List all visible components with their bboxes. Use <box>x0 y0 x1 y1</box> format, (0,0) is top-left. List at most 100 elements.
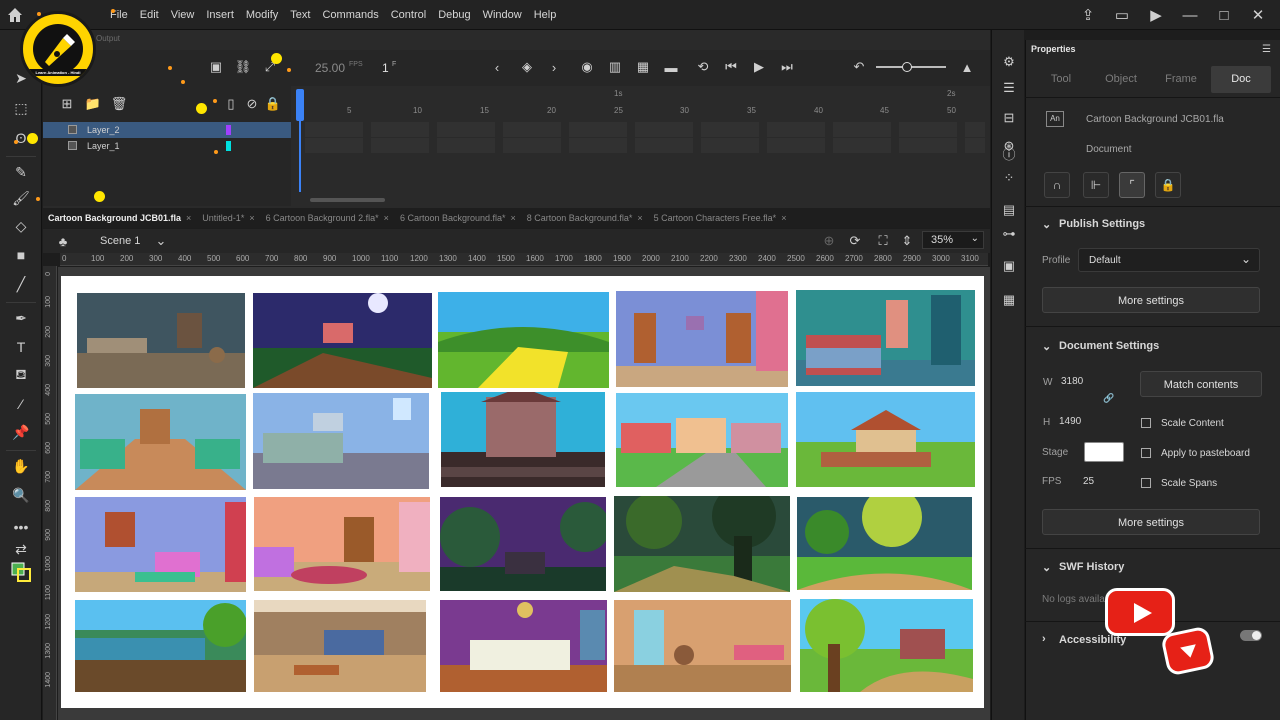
scale-spans-checkbox[interactable] <box>1141 478 1151 488</box>
menu-edit[interactable]: Edit <box>134 9 165 21</box>
rectangle-tool-icon[interactable]: ■ <box>8 243 34 267</box>
doc-tab-6-cartoon-background-2[interactable]: 6 Cartoon Background 2.fla* <box>261 213 384 223</box>
profile-select[interactable]: Default ⌄ <box>1078 248 1260 272</box>
background-thumbnail-20[interactable] <box>800 599 973 692</box>
text-tool-icon[interactable]: T <box>8 335 34 359</box>
background-thumbnail-7[interactable] <box>253 393 429 489</box>
close-tab-icon[interactable]: × <box>384 213 389 223</box>
background-thumbnail-19[interactable] <box>614 600 791 692</box>
apply-to-pasteboard-checkbox[interactable] <box>1141 448 1151 458</box>
menu-commands[interactable]: Commands <box>316 9 384 21</box>
mountain-zoom-icon[interactable]: ▲ <box>958 58 976 76</box>
zoom-select[interactable]: 35% ⌄ <box>922 231 984 249</box>
step-forward-icon[interactable]: ⏭ <box>778 58 796 76</box>
panel-menu-icon[interactable]: ☰ <box>1262 44 1271 55</box>
delete-layer-icon[interactable]: 🗑 <box>110 95 128 113</box>
background-thumbnail-6[interactable] <box>75 394 246 490</box>
components-icon[interactable]: ▤ <box>999 200 1019 220</box>
menu-file[interactable]: File <box>104 9 134 21</box>
close-tab-icon[interactable]: × <box>249 213 254 223</box>
slider-thumb[interactable] <box>902 62 912 72</box>
clip-content-icon[interactable]: ⛶ <box>874 232 892 250</box>
playhead[interactable] <box>296 89 304 192</box>
properties-title[interactable]: Properties <box>1031 44 1076 54</box>
frame-picker-icon[interactable]: ▣ <box>999 256 1019 276</box>
background-thumbnail-11[interactable] <box>75 497 246 592</box>
close-tab-icon[interactable]: × <box>511 213 516 223</box>
background-thumbnail-2[interactable] <box>253 293 432 388</box>
background-thumbnail-4[interactable] <box>616 291 788 387</box>
pen-tool-icon[interactable]: ✒ <box>8 306 34 330</box>
rotate-stage-icon[interactable]: ⟳ <box>846 232 864 250</box>
collapse-chevron-icon[interactable]: ⌄ <box>1042 340 1051 353</box>
layer-color-swatch[interactable] <box>226 125 231 135</box>
menu-debug[interactable]: Debug <box>432 9 476 21</box>
layer-row-layer-1[interactable]: Layer_1 <box>43 138 291 154</box>
layer-color-swatch[interactable] <box>226 141 231 151</box>
paint-bucket-tool-icon[interactable]: ⛾ <box>8 363 34 387</box>
onion-skin-icon[interactable]: ◉ <box>578 58 596 76</box>
minimize-icon[interactable]: — <box>1180 5 1200 25</box>
menu-modify[interactable]: Modify <box>240 9 284 21</box>
background-thumbnail-9[interactable] <box>616 393 788 487</box>
frame-row-layer-2[interactable] <box>305 122 985 137</box>
center-stage-icon[interactable]: ⊕ <box>820 232 838 250</box>
output-tab[interactable]: Output <box>96 34 120 43</box>
tab-doc[interactable]: Doc <box>1211 66 1271 93</box>
doc-tab-6-cartoon-background[interactable]: 6 Cartoon Background.fla* <box>395 213 511 223</box>
edit-multiple-frames-icon[interactable]: ▦ <box>634 58 652 76</box>
background-thumbnail-12[interactable] <box>254 497 430 591</box>
library-icon[interactable]: ⚙ <box>999 52 1019 72</box>
layer-row-layer-2[interactable]: Layer_2 <box>43 122 291 138</box>
fps-value[interactable]: 25.00 <box>315 61 345 75</box>
new-folder-icon[interactable]: 📁 <box>84 95 102 113</box>
layer-parenting-icon[interactable]: ⛓ <box>234 58 252 76</box>
menu-window[interactable]: Window <box>477 9 528 21</box>
scale-content-checkbox[interactable] <box>1141 418 1151 428</box>
menu-text[interactable]: Text <box>284 9 316 21</box>
workspace-icon[interactable]: ▭ <box>1112 5 1132 25</box>
background-thumbnail-3[interactable] <box>438 292 609 388</box>
lock-layers-icon[interactable]: 🔒 <box>264 95 282 113</box>
zoom-stepper-icon[interactable]: ⇕ <box>898 232 916 250</box>
next-keyframe-icon[interactable]: › <box>545 58 563 76</box>
background-thumbnail-15[interactable] <box>797 497 972 590</box>
undo-timeline-icon[interactable]: ↶ <box>850 58 868 76</box>
doc-tab-untitled-1[interactable]: Untitled-1* <box>197 213 249 223</box>
background-thumbnail-10[interactable] <box>796 392 975 487</box>
swf-history-header[interactable]: SWF History <box>1059 561 1124 573</box>
menu-help[interactable]: Help <box>528 9 563 21</box>
tab-object[interactable]: Object <box>1091 66 1151 93</box>
home-icon[interactable] <box>6 6 24 24</box>
background-thumbnail-13[interactable] <box>440 497 606 591</box>
match-contents-button[interactable]: Match contents <box>1140 371 1262 397</box>
frame-row-layer-1[interactable] <box>305 138 985 153</box>
scene-clubs-icon[interactable]: ♣ <box>54 232 72 250</box>
background-thumbnail-8[interactable] <box>441 392 605 487</box>
background-thumbnail-17[interactable] <box>254 600 426 692</box>
background-thumbnail-16[interactable] <box>75 600 246 692</box>
link-dimensions-icon[interactable]: 🔗 <box>1103 393 1114 404</box>
step-back-icon[interactable]: ⏮ <box>722 58 740 76</box>
onion-skin-outlines-icon[interactable]: ▥ <box>606 58 624 76</box>
close-icon[interactable]: ✕ <box>1248 5 1268 25</box>
align-icon[interactable]: ⊟ <box>999 108 1019 128</box>
background-thumbnail-14[interactable] <box>614 496 790 592</box>
scene-name[interactable]: Scene 1 <box>100 235 140 247</box>
swap-colors-icon[interactable]: ⇄ <box>8 537 34 561</box>
fps-value-field[interactable]: 25 <box>1083 476 1094 487</box>
tab-frame[interactable]: Frame <box>1151 66 1211 93</box>
close-tab-icon[interactable]: × <box>637 213 642 223</box>
new-layer-icon[interactable]: ⊞ <box>58 95 76 113</box>
paint-brush-tool-icon[interactable]: 🖌 <box>8 186 34 210</box>
more-settings-button[interactable]: More settings <box>1042 287 1260 313</box>
background-thumbnail-5[interactable] <box>796 290 975 386</box>
insert-keyframe-icon[interactable]: ◈ <box>518 58 536 76</box>
youtube-play-icon[interactable] <box>1105 588 1175 636</box>
collapse-chevron-icon[interactable]: ⌄ <box>1042 218 1051 231</box>
eraser-tool-icon[interactable]: ◇ <box>8 214 34 238</box>
show-hide-layers-icon[interactable]: ⊘ <box>243 95 261 113</box>
doc-tab-cartoon-background-jcb01[interactable]: Cartoon Background JCB01.fla <box>43 213 186 223</box>
eyedropper-tool-icon[interactable]: ⁄ <box>8 392 34 416</box>
accessibility-toggle[interactable] <box>1240 630 1262 641</box>
